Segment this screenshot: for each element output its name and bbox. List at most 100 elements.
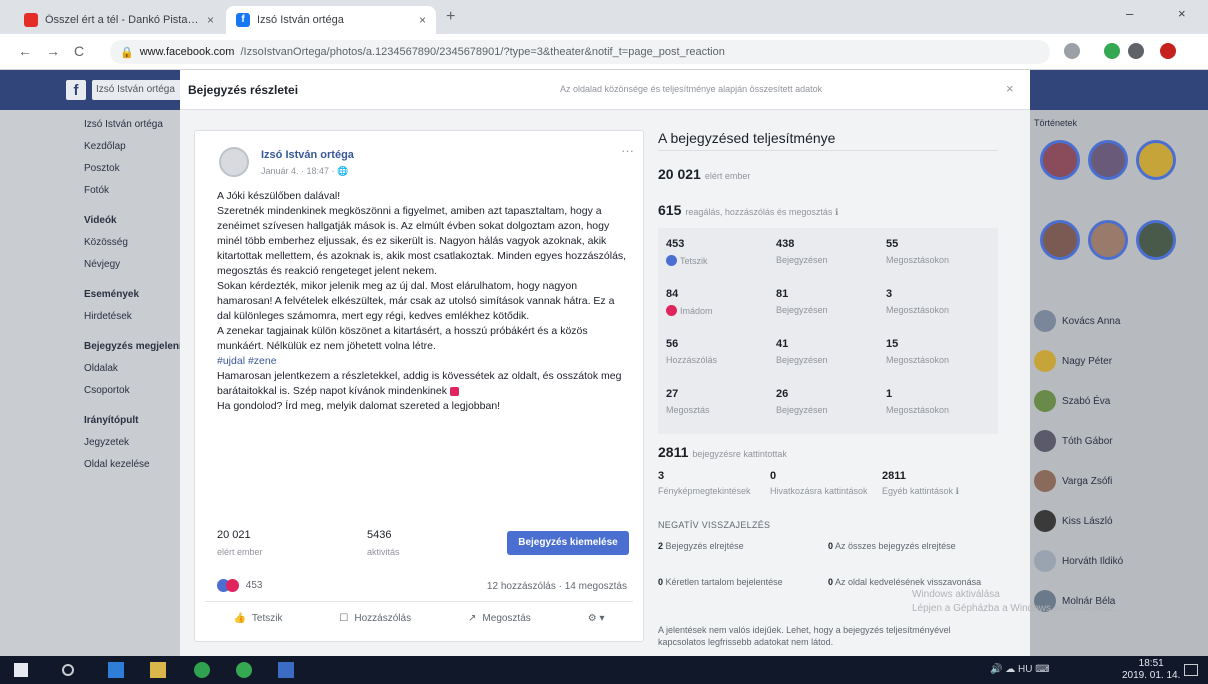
negative-label: Kéretlen tartalom bejelentése — [665, 577, 783, 587]
story-avatar[interactable] — [1040, 220, 1080, 260]
tab-facebook[interactable]: f Izsó István ortéga × — [226, 6, 436, 34]
clock-date: 2019. 01. 14. — [1122, 670, 1181, 681]
post-paragraph: Ha gondolod? Írd meg, melyik dalomat sze… — [217, 400, 501, 412]
click-stat: 2811 Egyéb kattintások ℹ — [882, 470, 992, 497]
close-icon[interactable]: × — [207, 13, 214, 27]
negative-feedback-heading: NEGATÍV VISSZAJELZÉS — [658, 520, 771, 530]
address-bar[interactable]: 🔒 www.facebook.com /IzsoIstvanOrtega/pho… — [110, 40, 1050, 64]
negative-label: Az oldal kedvelésének visszavonása — [835, 577, 982, 587]
performance-panel: A bejegyzésed teljesítménye 20 021 elért … — [658, 124, 1008, 656]
like-button[interactable]: 👍 Tetszik — [233, 613, 282, 624]
file-explorer-icon[interactable] — [150, 662, 166, 678]
reload-icon[interactable]: C — [74, 43, 84, 59]
hashtag-link[interactable]: #ujdal #zene — [217, 355, 277, 367]
reaction-stat: 26 Bejegyzésen — [776, 388, 886, 434]
sidebar-item[interactable]: Fotók — [84, 180, 180, 202]
stories-label: Történetek — [1034, 118, 1078, 128]
taskbar-clock[interactable]: 18:51 2019. 01. 14. — [1122, 658, 1180, 682]
contact-item[interactable]: Szabó Éva — [1034, 390, 1110, 412]
negative-label: Az összes bejegyzés elrejtése — [835, 541, 956, 551]
facebook-logo-icon[interactable]: f — [66, 80, 86, 100]
extension-icon[interactable] — [1104, 43, 1120, 59]
system-tray[interactable]: 🔊 ☁ HU ⌨ — [990, 664, 1050, 675]
sidebar-item[interactable]: Események — [84, 284, 180, 306]
share-label: Megosztás — [482, 613, 531, 624]
stat-value: 41 — [776, 338, 789, 350]
story-avatar[interactable] — [1088, 140, 1128, 180]
story-avatar[interactable] — [1136, 140, 1176, 180]
profile-avatar[interactable] — [1160, 43, 1176, 59]
edge-icon[interactable] — [108, 662, 124, 678]
report-footnote: A jelentések nem valós idejűek. Lehet, h… — [658, 625, 951, 647]
avatar — [1034, 310, 1056, 332]
close-icon[interactable]: × — [419, 13, 426, 27]
url-path: /IzsoIstvanOrtega/photos/a.1234567890/23… — [240, 46, 725, 58]
tab-youtube[interactable]: Ősszel ért a tél - Dankó Pista – YouTube… — [14, 6, 224, 34]
sidebar-item[interactable]: Videók — [84, 210, 180, 232]
sidebar-item[interactable]: Oldal kezelése — [84, 454, 180, 476]
word-icon[interactable] — [278, 662, 294, 678]
contact-item[interactable]: Nagy Péter — [1034, 350, 1112, 372]
sidebar-item[interactable]: Hirdetések — [84, 306, 180, 328]
reactions-row[interactable]: 453 12 hozzászólás · 14 megosztás — [217, 579, 627, 597]
story-avatar[interactable] — [1088, 220, 1128, 260]
love-reaction-icon — [226, 579, 239, 592]
post-author[interactable]: Izsó István ortéga — [261, 149, 354, 161]
contact-item[interactable]: Varga Zsófi — [1034, 470, 1112, 492]
like-label: Tetszik — [251, 613, 283, 624]
sidebar-item[interactable]: Jegyzetek — [84, 432, 180, 454]
sidebar-item[interactable]: Bejegyzés megjelenítése — [84, 336, 180, 358]
avatar — [1034, 510, 1056, 532]
stat-label-text: Tetszik — [680, 255, 708, 266]
comments-shares-count[interactable]: 12 hozzászólás · 14 megosztás — [487, 581, 627, 592]
chrome-icon[interactable] — [194, 662, 210, 678]
sidebar-item[interactable]: Közösség — [84, 232, 180, 254]
contact-item[interactable]: Kiss László — [1034, 510, 1113, 532]
post-as-selector[interactable]: ⚙ ▾ — [588, 613, 605, 624]
whatsapp-icon[interactable] — [236, 662, 252, 678]
reaction-stat: 56 Hozzászólás — [666, 338, 776, 384]
post-details-modal: Bejegyzés részletei Az oldalad közönsége… — [180, 70, 1030, 656]
close-icon[interactable]: × — [1006, 81, 1014, 96]
story-avatar[interactable] — [1040, 140, 1080, 180]
search-icon[interactable] — [62, 664, 74, 676]
window-close-button[interactable]: × — [1178, 6, 1186, 21]
stat-label-text: Hozzászólás — [666, 355, 718, 365]
star-icon[interactable] — [1064, 43, 1080, 59]
story-avatar[interactable] — [1136, 220, 1176, 260]
avatar[interactable] — [219, 147, 249, 177]
comment-button[interactable]: ☐ Hozzászólás — [339, 613, 411, 624]
reactions-count[interactable]: 453 — [246, 580, 263, 591]
contact-item[interactable]: Horváth Ildikó — [1034, 550, 1123, 572]
sidebar-item[interactable]: Posztok — [84, 158, 180, 180]
back-icon[interactable]: ← — [18, 43, 32, 59]
tab-title: Ősszel ért a tél - Dankó Pista – YouTube — [45, 14, 200, 26]
contact-item[interactable]: Tóth Gábor — [1034, 430, 1113, 452]
stat-label-text: Bejegyzésen — [776, 255, 828, 265]
search-input[interactable]: Izsó István ortéga — [92, 80, 192, 100]
minimize-button[interactable]: – — [1126, 6, 1133, 21]
sidebar-item[interactable]: Névjegy — [84, 254, 180, 276]
sidebar-item[interactable]: Csoportok — [84, 380, 180, 402]
notifications-icon[interactable] — [1184, 664, 1198, 676]
watermark-line: Windows aktiválása — [912, 589, 1000, 600]
sidebar-item[interactable]: Kezdőlap — [84, 136, 180, 158]
windows-start-icon[interactable] — [14, 663, 28, 677]
boost-post-button[interactable]: Bejegyzés kiemelése — [507, 531, 629, 555]
performance-engagement: 615 reagálás, hozzászólás és megosztás ℹ — [658, 202, 838, 218]
post-card: Izsó István ortéga Január 4. · 18:47 · 🌐… — [194, 130, 644, 642]
reach-label: elért ember — [217, 547, 263, 557]
sidebar-item[interactable]: Oldalak — [84, 358, 180, 380]
stat-value: 438 — [776, 238, 795, 250]
new-tab-button[interactable]: + — [446, 8, 455, 26]
stat-label: Megosztásokon — [886, 255, 996, 265]
forward-icon[interactable]: → — [46, 43, 60, 59]
more-options-icon[interactable]: ··· — [621, 143, 634, 158]
browser-toolbar: ← → C 🔒 www.facebook.com /IzsoIstvanOrte… — [0, 34, 1208, 70]
contact-item[interactable]: Kovács Anna — [1034, 310, 1120, 332]
share-button[interactable]: ↗ Megosztás — [468, 613, 531, 624]
sidebar-item[interactable]: Izsó István ortéga — [84, 114, 180, 136]
avatar — [1034, 470, 1056, 492]
extension-icon[interactable] — [1128, 43, 1144, 59]
sidebar-item[interactable]: Irányítópult — [84, 410, 180, 432]
